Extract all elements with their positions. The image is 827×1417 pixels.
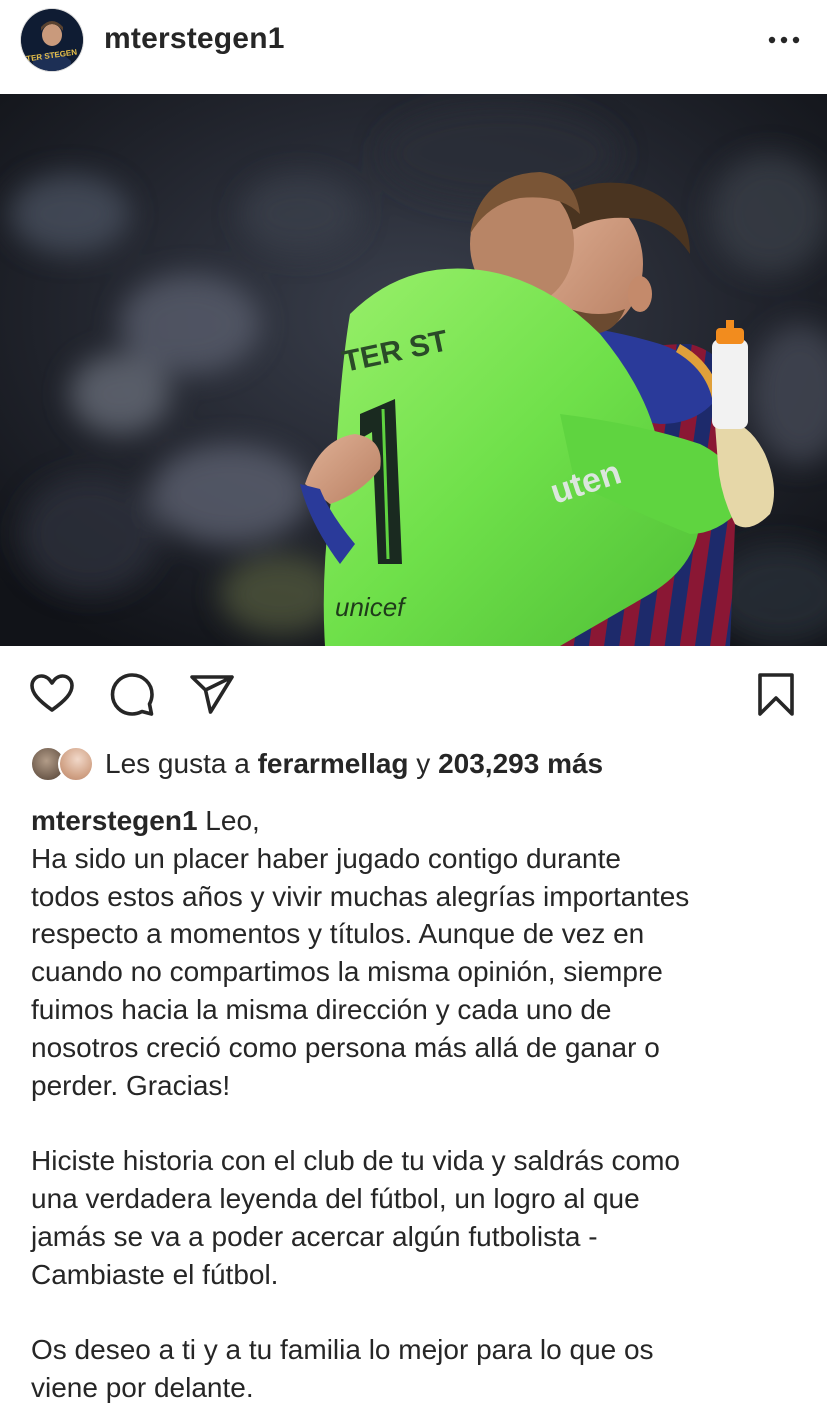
caption-line: mterstegen1 Leo, bbox=[31, 805, 260, 836]
save-button[interactable] bbox=[752, 670, 800, 718]
more-horizontal-icon bbox=[768, 36, 800, 44]
caption-line: Os deseo a ti y a tu familia lo mejor pa… bbox=[31, 1334, 654, 1366]
caption-line: nosotros creció como persona más allá de… bbox=[31, 1031, 660, 1063]
bookmark-icon bbox=[758, 673, 794, 716]
caption-line: viene por delante. bbox=[31, 1371, 254, 1403]
like-button[interactable] bbox=[28, 670, 76, 718]
caption-line: una verdadera leyenda del fútbol, un log… bbox=[31, 1182, 640, 1214]
paper-plane-icon bbox=[190, 675, 234, 714]
likes-joiner: y bbox=[408, 748, 439, 779]
avatar-image: TER STEGEN bbox=[21, 9, 83, 71]
likes-count[interactable]: 203,293 más bbox=[438, 748, 603, 779]
post-caption: mterstegen1 Leo, Ha sido un placer haber… bbox=[31, 802, 811, 1407]
likes-prefix: Les gusta a bbox=[105, 748, 258, 779]
more-options-button[interactable] bbox=[760, 28, 808, 52]
likes-summary[interactable]: Les gusta a ferarmellag y 203,293 más bbox=[30, 744, 810, 784]
post-photo[interactable]: TER ST unicef uten bbox=[0, 94, 827, 646]
comment-button[interactable] bbox=[108, 670, 156, 718]
profile-avatar[interactable]: TER STEGEN bbox=[21, 9, 83, 71]
post-username[interactable]: mterstegen1 bbox=[104, 22, 285, 56]
caption-line: todos estos años y vivir muchas alegrías… bbox=[31, 880, 690, 912]
comment-bubble-icon bbox=[110, 673, 154, 716]
caption-line: Ha sido un placer haber jugado contigo d… bbox=[31, 842, 621, 874]
caption-line: fuimos hacia la misma dirección y cada u… bbox=[31, 993, 612, 1025]
share-button[interactable] bbox=[188, 670, 236, 718]
caption-line: jamás se va a poder acercar algún futbol… bbox=[31, 1220, 598, 1252]
caption-line: Hiciste historia con el club de tu vida … bbox=[31, 1145, 680, 1177]
liker-avatars bbox=[30, 746, 94, 782]
post-header: TER STEGEN mterstegen1 bbox=[0, 0, 827, 94]
action-bar bbox=[0, 646, 827, 742]
jersey-sponsor-text: unicef bbox=[335, 592, 407, 622]
caption-line: perder. Gracias! bbox=[31, 1069, 231, 1101]
caption-username[interactable]: mterstegen1 bbox=[31, 805, 198, 836]
caption-line: Cambiaste el fútbol. bbox=[31, 1258, 279, 1290]
caption-line: cuando no compartimos la misma opinión, … bbox=[31, 956, 663, 988]
heart-icon bbox=[30, 674, 74, 712]
caption-line: respecto a momentos y títulos. Aunque de… bbox=[31, 918, 645, 950]
liker-avatar bbox=[58, 746, 94, 782]
likes-text: Les gusta a ferarmellag y 203,293 más bbox=[105, 748, 603, 780]
liker-username[interactable]: ferarmellag bbox=[258, 748, 409, 779]
hug-photo: TER ST unicef uten bbox=[0, 94, 827, 646]
